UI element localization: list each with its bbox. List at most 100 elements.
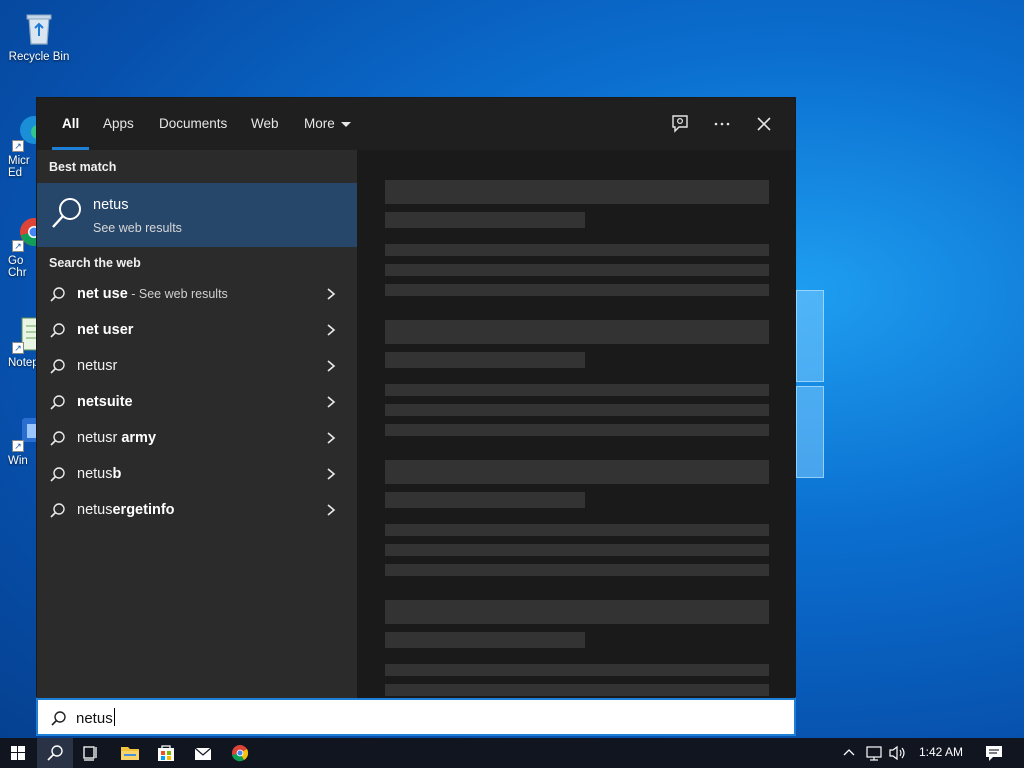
loading-placeholder bbox=[385, 384, 769, 396]
chevron-right-icon bbox=[327, 468, 336, 480]
search-icon bbox=[52, 198, 81, 228]
loading-placeholder bbox=[385, 424, 769, 436]
suggestion-bold: ergetinfo bbox=[112, 502, 175, 518]
search-input[interactable]: netus bbox=[36, 698, 796, 736]
tab-all[interactable]: All bbox=[51, 98, 90, 150]
loading-placeholder bbox=[385, 564, 769, 576]
best-match-heading: Best match bbox=[49, 160, 117, 174]
loading-placeholder bbox=[385, 320, 769, 344]
desktop-icon-recycle-bin[interactable]: Recycle Bin bbox=[4, 8, 74, 63]
loading-placeholder bbox=[385, 264, 769, 276]
search-icon bbox=[50, 431, 65, 446]
suggestion-label: netusb bbox=[77, 466, 121, 482]
loading-placeholder bbox=[385, 284, 769, 296]
web-suggestion-item[interactable]: net user bbox=[37, 312, 357, 348]
show-hidden-icons-button[interactable] bbox=[836, 738, 862, 768]
suggestion-label: netsuite bbox=[77, 394, 133, 410]
search-icon bbox=[50, 395, 65, 410]
chevron-right-icon bbox=[327, 504, 336, 516]
web-suggestion-item[interactable]: netusr army bbox=[37, 420, 357, 456]
search-tabs-bar: All Apps Documents Web More bbox=[37, 98, 795, 150]
chevron-right-icon bbox=[327, 288, 336, 300]
feedback-icon bbox=[672, 115, 688, 133]
action-center-button[interactable] bbox=[976, 738, 1012, 768]
shortcut-arrow-icon: ↗ bbox=[12, 240, 24, 252]
results-list: Best match netus See web results Search … bbox=[37, 150, 357, 698]
start-button[interactable] bbox=[0, 738, 36, 768]
taskbar-chrome[interactable] bbox=[222, 738, 258, 768]
loading-placeholder bbox=[385, 600, 769, 624]
search-icon bbox=[50, 359, 65, 374]
folder-icon bbox=[121, 747, 139, 760]
more-options-button[interactable] bbox=[709, 111, 735, 137]
search-query-text: netus bbox=[76, 710, 113, 727]
tab-web[interactable]: Web bbox=[251, 98, 279, 150]
loading-placeholder bbox=[385, 544, 769, 556]
chrome-icon bbox=[232, 745, 249, 762]
taskbar-search-button[interactable] bbox=[37, 738, 73, 768]
loading-placeholder bbox=[385, 212, 585, 228]
loading-placeholder bbox=[385, 492, 585, 508]
web-suggestion-item[interactable]: net use - See web results bbox=[37, 276, 357, 312]
recycle-bin-icon bbox=[19, 8, 59, 48]
web-suggestion-item[interactable]: netusergetinfo bbox=[37, 492, 357, 528]
suggestion-label: netusr bbox=[77, 358, 117, 374]
chevron-right-icon bbox=[327, 396, 336, 408]
web-suggestion-item[interactable]: netsuite bbox=[37, 384, 357, 420]
taskbar-clock[interactable]: 1:42 AM bbox=[919, 745, 963, 759]
chevron-up-icon bbox=[843, 749, 855, 756]
search-web-heading: Search the web bbox=[49, 256, 141, 270]
preview-pane bbox=[357, 150, 795, 698]
suggestion-plain: netus bbox=[77, 502, 113, 518]
loading-placeholder bbox=[385, 404, 769, 416]
web-suggestion-item[interactable]: netusr bbox=[37, 348, 357, 384]
tab-more[interactable]: More bbox=[304, 98, 351, 150]
best-match-item[interactable]: netus See web results bbox=[37, 183, 357, 247]
network-button[interactable] bbox=[862, 738, 886, 768]
loading-placeholder bbox=[385, 180, 769, 204]
loading-placeholder bbox=[385, 664, 769, 676]
shortcut-arrow-icon: ↗ bbox=[12, 342, 24, 354]
loading-placeholder bbox=[385, 460, 769, 484]
loading-placeholder bbox=[385, 684, 769, 696]
notification-icon bbox=[986, 746, 1002, 761]
search-icon bbox=[50, 503, 65, 518]
taskbar: 1:42 AM bbox=[0, 738, 1024, 768]
chevron-right-icon bbox=[327, 432, 336, 444]
chevron-right-icon bbox=[327, 324, 336, 336]
suggestion-plain: netusr bbox=[77, 358, 118, 374]
taskbar-mail[interactable] bbox=[185, 738, 221, 768]
mail-icon bbox=[194, 747, 212, 760]
store-icon bbox=[158, 745, 174, 761]
tab-documents[interactable]: Documents bbox=[159, 98, 227, 150]
task-view-icon bbox=[83, 746, 97, 761]
suggestion-label: netusergetinfo bbox=[77, 502, 175, 518]
shortcut-arrow-icon: ↗ bbox=[12, 140, 24, 152]
loading-placeholder bbox=[385, 524, 769, 536]
desktop-windows-logo bbox=[796, 290, 824, 482]
suggestion-bold: net use bbox=[77, 286, 128, 302]
suggestion-bold: army bbox=[117, 430, 157, 446]
suggestion-label: netusr army bbox=[77, 430, 156, 446]
feedback-button[interactable] bbox=[667, 111, 693, 137]
ellipsis-icon bbox=[714, 122, 730, 126]
search-icon bbox=[51, 711, 66, 726]
network-icon bbox=[866, 746, 882, 761]
volume-button[interactable] bbox=[886, 738, 910, 768]
loading-placeholder bbox=[385, 352, 585, 368]
windows-icon bbox=[11, 746, 25, 760]
taskbar-store[interactable] bbox=[148, 738, 184, 768]
web-suggestion-item[interactable]: netusb bbox=[37, 456, 357, 492]
search-icon bbox=[47, 745, 63, 761]
close-button[interactable] bbox=[751, 111, 777, 137]
text-cursor bbox=[113, 708, 115, 726]
tab-more-label: More bbox=[304, 116, 335, 131]
search-icon bbox=[50, 467, 65, 482]
suggestion-bold: b bbox=[112, 466, 122, 482]
tab-apps[interactable]: Apps bbox=[103, 98, 134, 150]
chevron-down-icon bbox=[340, 121, 351, 127]
taskbar-file-explorer[interactable] bbox=[112, 738, 148, 768]
search-panel: All Apps Documents Web More Best match n… bbox=[36, 97, 796, 698]
task-view-button[interactable] bbox=[72, 738, 108, 768]
suggestion-label: net user bbox=[77, 322, 133, 338]
